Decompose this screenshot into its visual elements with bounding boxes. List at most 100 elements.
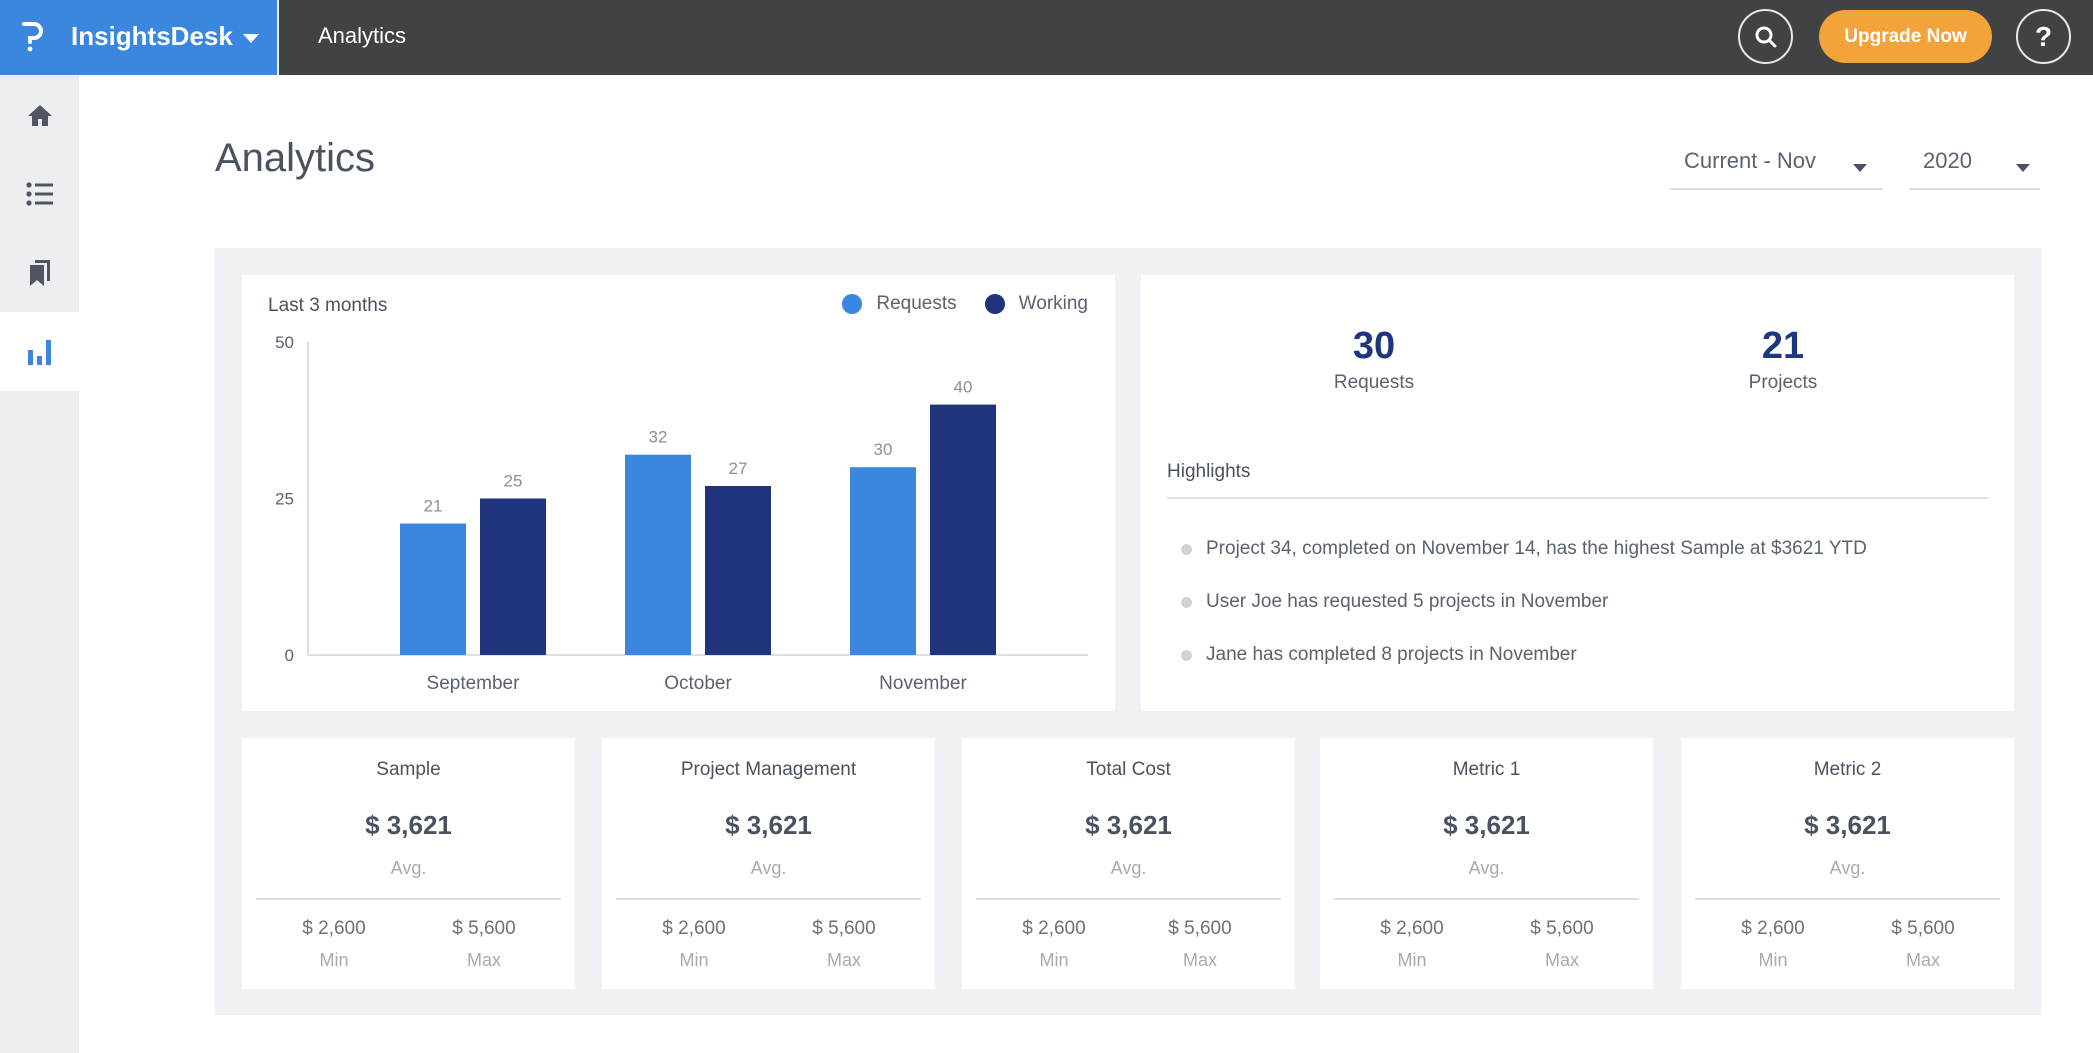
bar-requests [400, 523, 466, 655]
stat-label: Projects [1748, 372, 1818, 393]
sidebar-item-list[interactable] [0, 154, 79, 233]
x-tick-label: October [664, 673, 732, 694]
help-button[interactable]: ? [2016, 9, 2071, 64]
metric-max: $ 5,600 Max [1140, 918, 1260, 971]
metric-value: $ 3,621 [725, 810, 812, 840]
metric-avg-label: Avg. [750, 858, 787, 878]
bar-working [705, 485, 771, 655]
metric-min: $ 2,600 Min [1713, 918, 1833, 971]
bar-requests [625, 454, 691, 655]
x-tick-label: September [427, 673, 521, 694]
brand-menu[interactable]: InsightsDesk [0, 0, 277, 75]
metric-title: Metric 2 [1813, 759, 1882, 780]
highlight-item: Project 34, completed on November 14, ha… [1181, 538, 1867, 560]
metric-title: Total Cost [1086, 759, 1171, 780]
bar-value-label: 40 [954, 378, 973, 397]
sidebar-item-bookmarks[interactable] [0, 233, 79, 312]
bar-chart-icon [27, 339, 51, 365]
stats-card: 30 Requests 21 Projects Highlights Proje… [1141, 275, 2014, 711]
chevron-down-icon [2016, 164, 2030, 172]
logo-icon [22, 22, 43, 52]
y-tick-label: 0 [285, 646, 294, 665]
bar-value-label: 30 [874, 440, 893, 459]
stat-value: 21 [1761, 325, 1805, 367]
chevron-down-icon[interactable] [243, 34, 259, 43]
metric-min-label: Min [1397, 950, 1427, 970]
divider [616, 898, 921, 900]
metric-card-total-cost: Total Cost $ 3,621 Avg. $ 2,600 Min $ 5,6… [962, 738, 1295, 989]
metric-min-label: Min [1758, 950, 1788, 970]
metric-value: $ 3,621 [1443, 810, 1530, 840]
chart-card: Last 3 months Requests Working 0 25 50 21 25… [242, 275, 1115, 711]
period-select[interactable]: Current - Nov [1670, 142, 1883, 190]
year-select-value: 2020 [1923, 148, 1972, 173]
divider [1167, 497, 1988, 499]
highlight-text: Project 34, completed on November 14, ha… [1206, 538, 1867, 559]
search-button[interactable] [1738, 9, 1793, 64]
bar-working [930, 404, 996, 655]
metric-min: $ 2,600 Min [634, 918, 754, 971]
metric-max-label: Max [466, 950, 501, 970]
metric-min-value: $ 2,600 [1741, 918, 1805, 939]
dashboard-panel: Last 3 months Requests Working 0 25 50 21 25… [215, 248, 2041, 1015]
metric-avg-label: Avg. [1829, 858, 1866, 878]
metric-min-value: $ 2,600 [302, 918, 366, 939]
highlights-title: Highlights [1167, 461, 1251, 482]
metric-value: $ 3,621 [365, 810, 452, 840]
bar-value-label: 32 [649, 428, 668, 447]
metric-max: $ 5,600 Max [1863, 918, 1983, 971]
divider [1695, 898, 2000, 900]
metric-value: $ 3,621 [1085, 810, 1172, 840]
metric-card-metric-2: Metric 2 $ 3,621 Avg. $ 2,600 Min $ 5,600… [1681, 738, 2014, 989]
metric-max: $ 5,600 Max [784, 918, 904, 971]
metric-card-metric-1: Metric 1 $ 3,621 Avg. $ 2,600 Min $ 5,600… [1320, 738, 1653, 989]
x-tick-label: November [879, 673, 967, 694]
metric-max-value: $ 5,600 [452, 918, 516, 939]
highlight-text: User Joe has requested 5 projects in Nov… [1206, 591, 1609, 612]
metric-min-label: Min [679, 950, 709, 970]
sidebar-item-analytics[interactable] [0, 312, 79, 391]
upgrade-now-button[interactable]: Upgrade Now [1819, 10, 1992, 63]
year-select[interactable]: 2020 [1909, 142, 2040, 190]
bar-working [480, 498, 546, 655]
y-tick-label: 25 [275, 490, 294, 509]
metric-max-value: $ 5,600 [1891, 918, 1955, 939]
metric-card-project-management: Project Management $ 3,621 Avg. $ 2,600 M… [602, 738, 935, 989]
bullet-icon [1181, 596, 1192, 608]
metric-min-value: $ 2,600 [1022, 918, 1086, 939]
metric-max: $ 5,600 Max [1502, 918, 1622, 971]
metric-value: $ 3,621 [1804, 810, 1891, 840]
stat-requests: 30 Requests [1254, 325, 1494, 394]
section-title: Analytics [318, 23, 407, 48]
metric-min-value: $ 2,600 [662, 918, 726, 939]
bookmarks-icon [29, 259, 50, 286]
bullet-icon [1181, 649, 1192, 661]
metric-max-label: Max [1182, 950, 1217, 970]
bar-value-label: 25 [504, 472, 523, 491]
stat-projects: 21 Projects [1663, 325, 1903, 394]
search-icon [1755, 26, 1776, 47]
highlight-text: Jane has completed 8 projects in Novembe… [1206, 644, 1577, 665]
bar-chart: 0 25 50 21 25 September 32 27 October 30 40 Novembe… [275, 333, 1088, 694]
metric-max-value: $ 5,600 [1530, 918, 1594, 939]
period-select-value: Current - Nov [1684, 148, 1817, 173]
top-bar: InsightsDesk Analytics Upgrade Now ? [0, 0, 2093, 75]
bar-value-label: 27 [729, 459, 748, 478]
metric-card-sample: Sample $ 3,621 Avg. $ 2,600 Min $ 5,600 Ma… [242, 738, 575, 989]
sidebar-item-home[interactable] [0, 75, 79, 154]
metric-title: Sample [376, 759, 441, 780]
stat-value: 30 [1352, 325, 1396, 367]
metric-min-value: $ 2,600 [1380, 918, 1444, 939]
metric-max-label: Max [1544, 950, 1579, 970]
highlight-item: User Joe has requested 5 projects in Nov… [1181, 591, 1608, 613]
list-icon [25, 181, 53, 206]
metric-avg-label: Avg. [1110, 858, 1147, 878]
y-tick-label: 50 [275, 333, 294, 352]
divider [277, 0, 279, 75]
metric-max: $ 5,600 Max [424, 918, 544, 971]
chevron-down-icon [1853, 164, 1867, 172]
metric-avg-label: Avg. [1468, 858, 1505, 878]
stat-label: Requests [1333, 372, 1415, 393]
metric-min: $ 2,600 Min [1352, 918, 1472, 971]
bar-requests [850, 467, 916, 655]
